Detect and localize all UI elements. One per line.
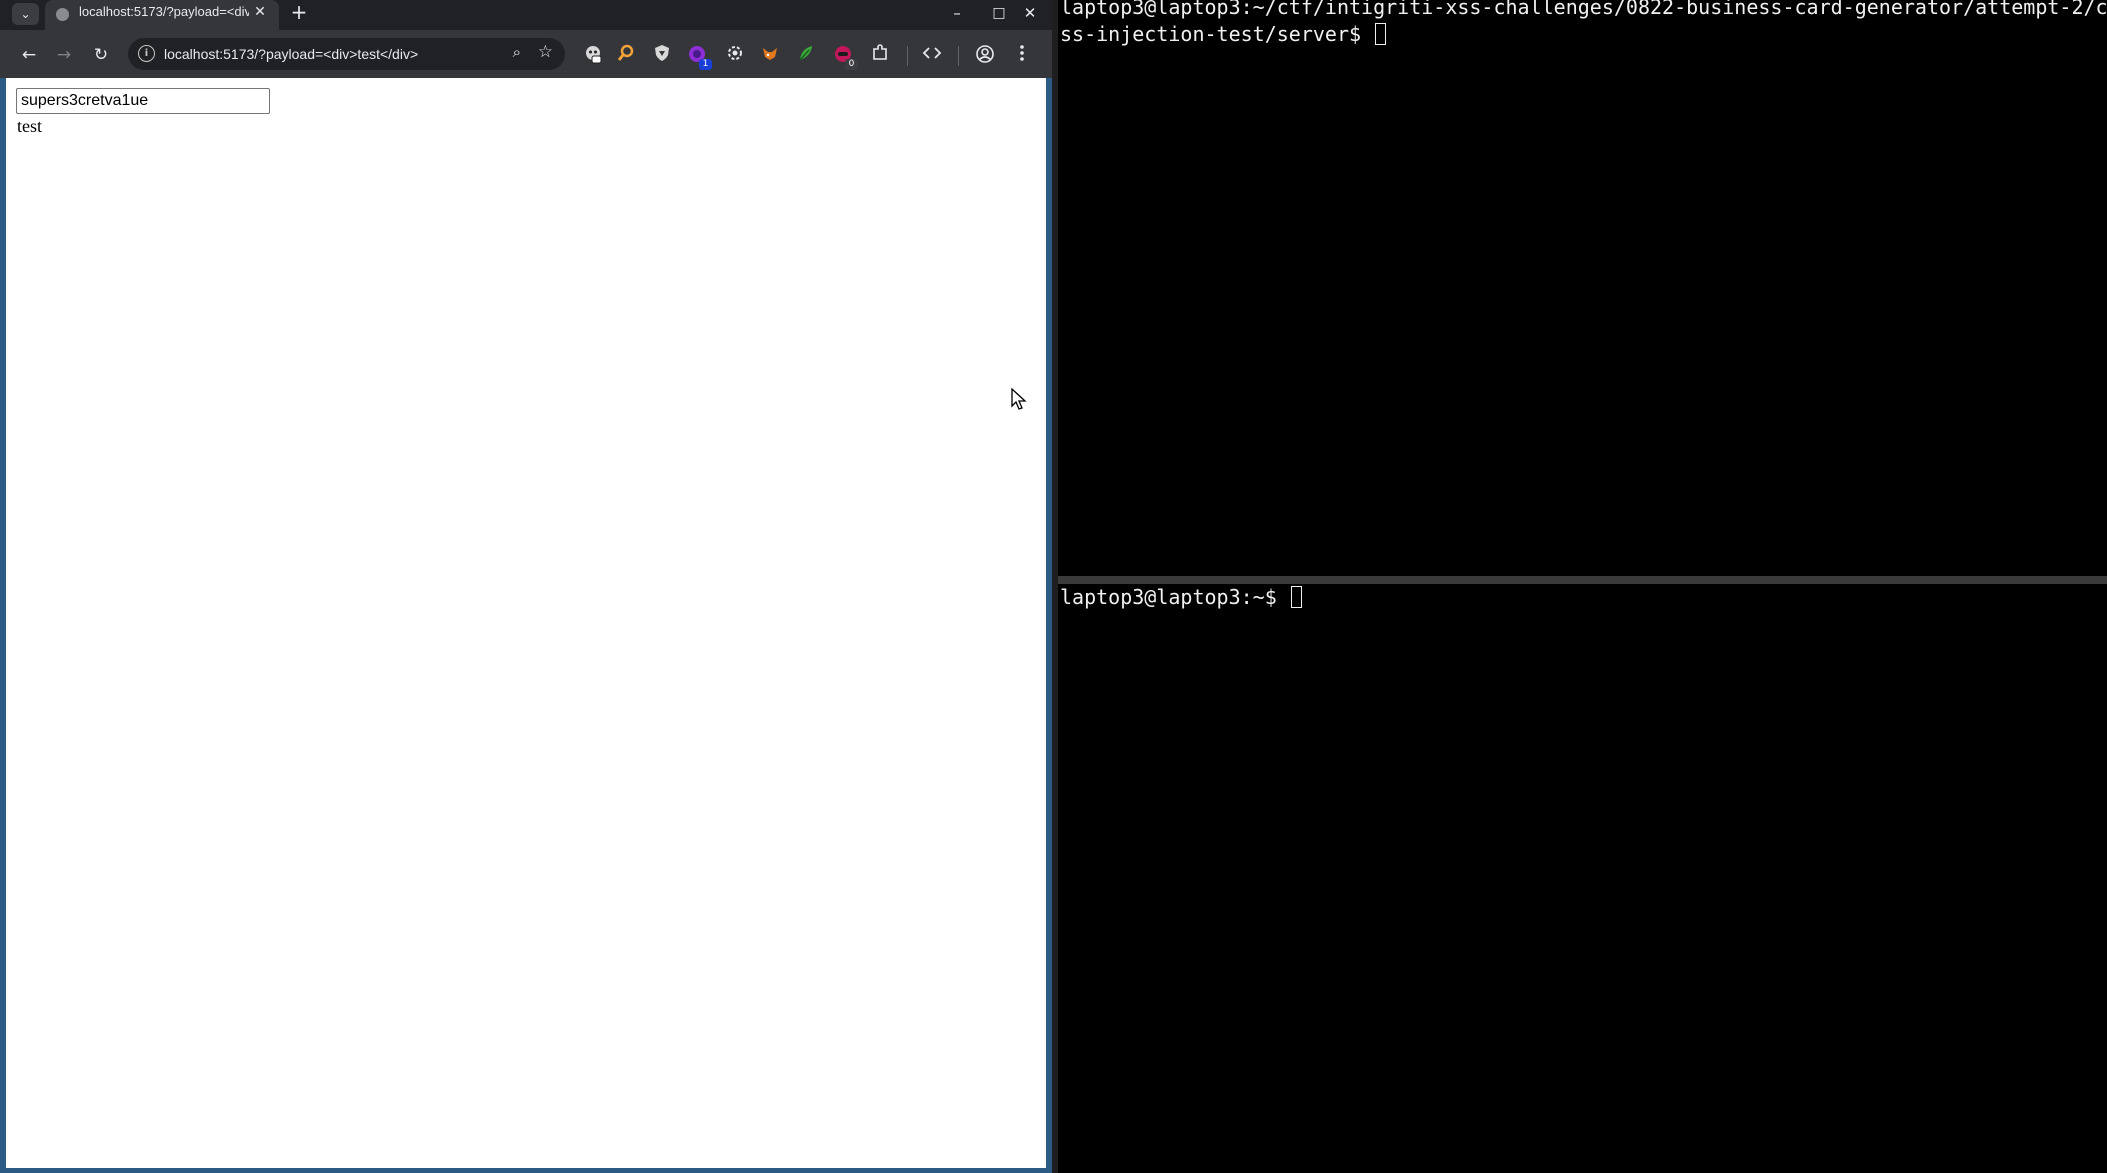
extension-badge: 0 — [845, 59, 858, 70]
secret-text-input[interactable] — [16, 88, 270, 114]
injected-div-text: test — [17, 116, 42, 136]
bookmark-star-icon[interactable]: ☆ — [538, 42, 553, 62]
close-tab-icon[interactable]: ✕ — [251, 3, 269, 21]
minimize-button[interactable]: – — [944, 2, 970, 24]
fox-extension-icon[interactable] — [759, 44, 781, 66]
toolbar-divider — [958, 46, 959, 66]
terminal-pane-bottom[interactable]: laptop3@laptop3:~$ — [1058, 584, 2107, 1173]
tab-active[interactable]: localhost:5173/?payload=<div>test</div> … — [45, 0, 279, 30]
browser-window: ⌄ localhost:5173/?payload=<div>test</div… — [0, 0, 1052, 1173]
address-bar[interactable]: i localhost:5173/?payload=<div>test</div… — [128, 38, 565, 70]
page-viewport: test — [6, 78, 1046, 1168]
terminal-line: laptop3@laptop3:~/ctf/intigriti-xss-chal… — [1060, 0, 2107, 19]
shield-extension-icon[interactable] — [651, 44, 673, 66]
octopus-extension-icon[interactable] — [582, 44, 604, 66]
terminal-pane-top[interactable]: laptop3@laptop3:~/ctf/intigriti-xss-chal… — [1058, 0, 2107, 576]
terminal-prompt-line: ss-injection-test/server$ — [1060, 21, 2107, 48]
new-tab-button[interactable]: + — [288, 2, 310, 24]
url-text[interactable]: localhost:5173/?payload=<div>test</div> — [164, 38, 418, 70]
browser-toolbar: ← → ↻ i localhost:5173/?payload=<div>tes… — [0, 30, 1052, 78]
chevron-down-icon: ⌄ — [20, 7, 31, 21]
terminal-prompt-line: laptop3@laptop3:~$ — [1060, 584, 2107, 611]
magnifier-extension-icon[interactable] — [615, 44, 637, 66]
site-info-icon[interactable]: i — [138, 45, 155, 62]
toolbar-divider — [907, 46, 908, 66]
terminal-prompt: ss-injection-test/server$ — [1060, 22, 1374, 46]
close-window-button[interactable]: ✕ — [1017, 2, 1043, 24]
terminal-split-bar[interactable] — [1058, 576, 2107, 584]
terminal-cursor — [1375, 23, 1387, 45]
puzzle-extensions-icon[interactable] — [869, 44, 891, 66]
forward-button[interactable]: → — [51, 42, 77, 68]
leaf-extension-icon[interactable] — [795, 44, 817, 66]
tab-strip: ⌄ localhost:5173/?payload=<div>test</div… — [0, 0, 1052, 30]
tab-search-button[interactable]: ⌄ — [12, 3, 39, 25]
tab-title: localhost:5173/?payload=<div>test</div> — [79, 4, 249, 19]
kebab-menu-icon[interactable] — [1011, 44, 1033, 66]
back-button[interactable]: ← — [16, 42, 42, 68]
reload-button[interactable]: ↻ — [88, 42, 114, 68]
zoom-icon[interactable]: ⌕ — [513, 43, 521, 61]
terminal-prompt: laptop3@laptop3:~$ — [1060, 585, 1289, 609]
purple-extension-icon[interactable]: 1 — [686, 44, 712, 70]
mouse-pointer-icon — [1011, 388, 1027, 410]
pink-extension-icon[interactable]: 0 — [832, 44, 858, 70]
maximize-button[interactable]: □ — [986, 2, 1012, 24]
gear-extension-icon[interactable] — [724, 44, 746, 66]
globe-icon — [56, 8, 69, 21]
extension-badge: 1 — [699, 59, 712, 70]
profile-avatar-icon[interactable] — [974, 44, 996, 66]
code-devtools-icon[interactable] — [921, 44, 943, 66]
terminal-cursor — [1290, 586, 1302, 608]
